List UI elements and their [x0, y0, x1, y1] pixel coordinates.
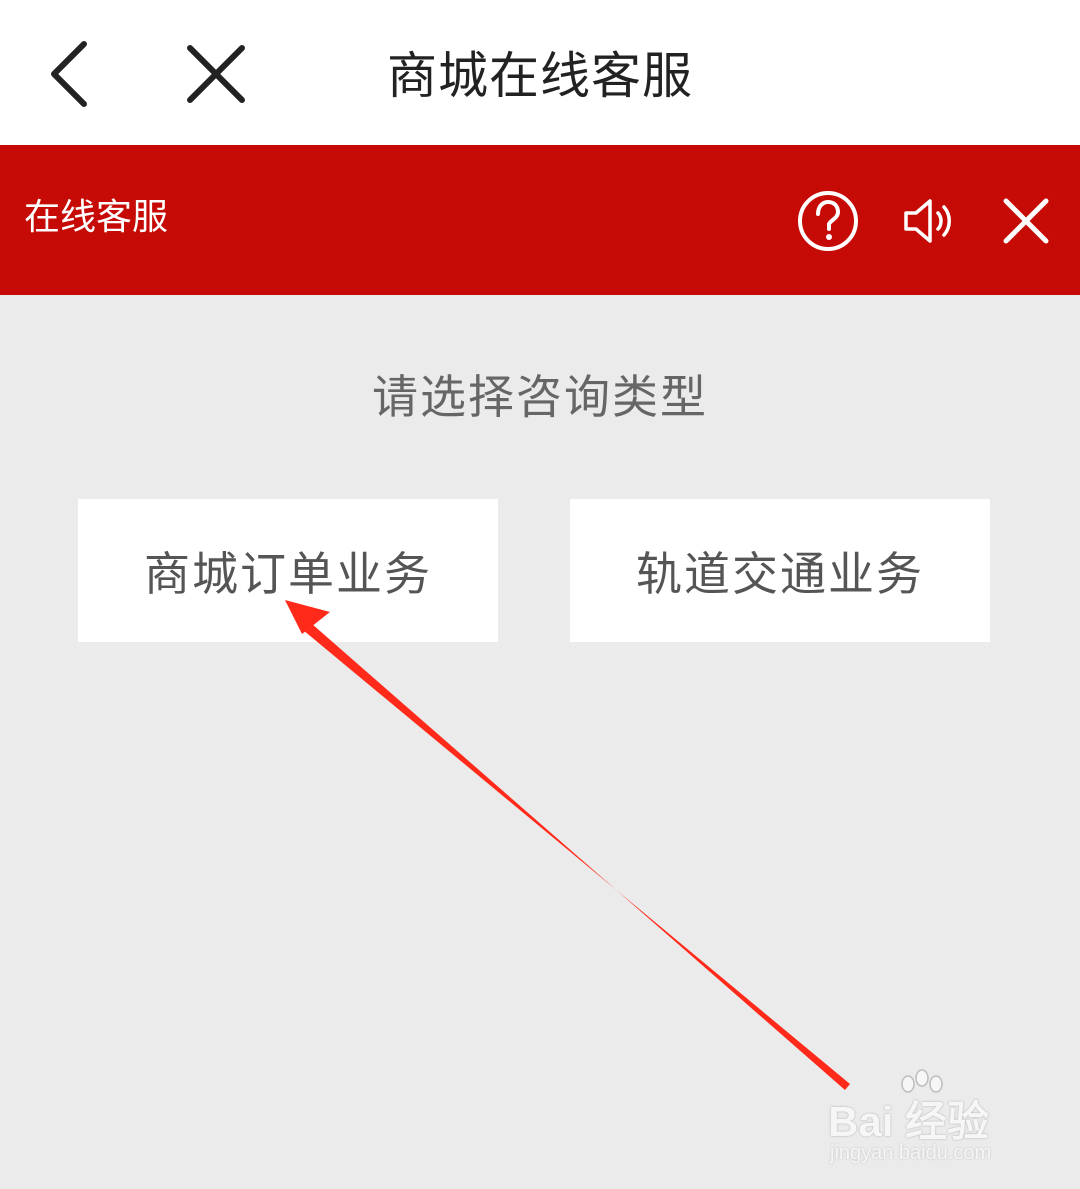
service-title: 在线客服	[24, 197, 169, 238]
close-icon	[1003, 198, 1049, 244]
help-button[interactable]	[796, 189, 860, 253]
rail-transit-option-button[interactable]: 轨道交通业务	[570, 499, 990, 642]
watermark-url: jingyan.baidu.com	[830, 1142, 992, 1164]
back-button[interactable]	[36, 36, 106, 112]
consult-type-prompt: 请选择咨询类型	[372, 370, 708, 424]
watermark-brand: Bai 经验	[828, 1098, 990, 1145]
back-arrow-icon	[51, 41, 87, 107]
help-icon	[798, 191, 858, 251]
sound-icon	[904, 199, 951, 243]
page-title: 商城在线客服	[387, 47, 693, 105]
top-navigation-bar: 商城在线客服	[0, 0, 1080, 145]
service-header-bar: 在线客服	[0, 145, 1080, 295]
baidu-jingyan-watermark: Bai 经验 jingyan.baidu.com	[828, 1068, 1058, 1178]
service-close-button[interactable]	[994, 189, 1058, 253]
sound-button[interactable]	[898, 189, 962, 253]
mall-order-option-button[interactable]: 商城订单业务	[78, 499, 498, 642]
